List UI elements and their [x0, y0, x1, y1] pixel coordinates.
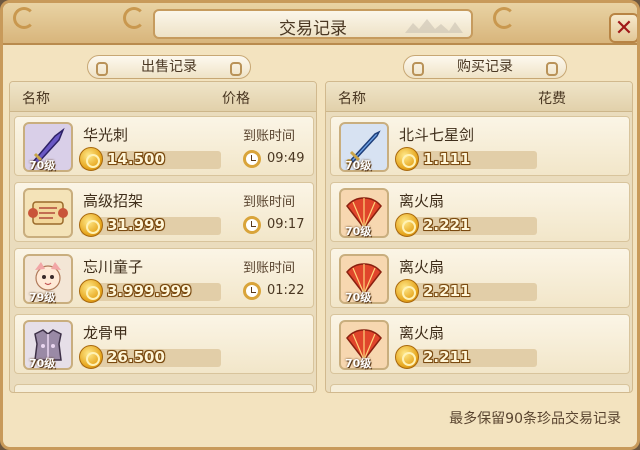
sell-row[interactable]: 高级招架 31.999 到账时间 09:17	[14, 182, 314, 242]
gold-coin-icon	[395, 345, 419, 369]
level-badge: 70级	[345, 291, 372, 304]
arrival-time-label: 到账时间	[243, 129, 296, 144]
level-badge: 70级	[345, 357, 372, 370]
gold-coin-icon	[79, 147, 103, 171]
cloud-ornament-icon	[493, 7, 515, 29]
sell-table-header: 名称 价格	[10, 82, 316, 112]
trade-record-window: 交易记录 ✕ 出售记录 购买记录 名称 价格 70级 华光刺 14.500 到账…	[0, 0, 640, 450]
close-button[interactable]: ✕	[609, 13, 637, 43]
cloud-ornament-icon	[13, 7, 35, 29]
gold-coin-icon	[395, 147, 419, 171]
item-name: 忘川童子	[83, 258, 144, 276]
close-icon[interactable]: ✕	[611, 16, 637, 41]
scroll-icon	[23, 188, 73, 238]
tab-sell-records[interactable]: 出售记录	[87, 55, 251, 79]
item-name: 离火扇	[399, 324, 445, 342]
item-name: 高级招架	[83, 192, 144, 210]
item-cost: 1.111	[423, 150, 471, 168]
item-price: 31.999	[107, 216, 165, 234]
item-price: 14.500	[107, 150, 165, 168]
item-name: 离火扇	[399, 258, 445, 276]
buy-row[interactable]: 70级 北斗七星剑 1.111	[330, 116, 630, 176]
level-badge: 70级	[29, 357, 56, 370]
buy-table-header: 名称 花费	[326, 82, 632, 112]
cloud-ornament-icon	[123, 7, 145, 29]
gold-coin-icon	[395, 213, 419, 237]
item-cost: 2.221	[423, 216, 471, 234]
gold-coin-icon	[395, 279, 419, 303]
arrival-time-label: 到账时间	[243, 261, 296, 276]
clock-icon	[243, 150, 261, 168]
footer-note: 最多保留90条珍品交易记录	[449, 411, 621, 427]
arrival-time-label: 到账时间	[243, 195, 296, 210]
col-name-header: 名称	[338, 91, 366, 107]
item-name: 北斗七星剑	[399, 126, 475, 144]
col-cost-header: 花费	[538, 91, 566, 107]
buy-row[interactable]: 70级 离火扇 2.211	[330, 314, 630, 374]
item-price: 26.500	[107, 348, 165, 366]
level-badge: 70级	[345, 225, 372, 238]
gold-coin-icon	[79, 213, 103, 237]
title-bar: 交易记录 ✕	[3, 3, 637, 45]
level-badge: 79级	[29, 291, 56, 304]
arrival-time: 09:49	[267, 151, 305, 166]
buy-row[interactable]: 70级 离火扇 2.221	[330, 182, 630, 242]
col-name-header: 名称	[22, 91, 50, 107]
sell-row[interactable]: 70级 华光刺 14.500 到账时间 09:49	[14, 116, 314, 176]
buy-records-panel: 名称 花费 70级 北斗七星剑 1.111 70级 离火扇 2.221 70级 …	[325, 81, 633, 393]
list-item-partial	[330, 384, 630, 392]
item-name: 华光刺	[83, 126, 129, 144]
sell-records-panel: 名称 价格 70级 华光刺 14.500 到账时间 09:49 高级招架 31.…	[9, 81, 317, 393]
list-item-partial	[14, 384, 314, 392]
sell-row[interactable]: 79级 忘川童子 3.999.999 到账时间 01:22	[14, 248, 314, 308]
item-price: 3.999.999	[107, 282, 192, 300]
level-badge: 70级	[29, 159, 56, 172]
tab-buy-records[interactable]: 购买记录	[403, 55, 567, 79]
item-cost: 2.211	[423, 348, 471, 366]
title-plate: 交易记录	[153, 9, 473, 39]
level-badge: 70级	[345, 159, 372, 172]
item-name: 龙骨甲	[83, 324, 129, 342]
gold-coin-icon	[79, 345, 103, 369]
sell-row[interactable]: 70级 龙骨甲 26.500	[14, 314, 314, 374]
clock-icon	[243, 216, 261, 234]
clock-icon	[243, 282, 261, 300]
item-name: 离火扇	[399, 192, 445, 210]
col-price-header: 价格	[222, 91, 250, 107]
buy-row[interactable]: 70级 离火扇 2.211	[330, 248, 630, 308]
arrival-time: 09:17	[267, 217, 305, 232]
item-cost: 2.211	[423, 282, 471, 300]
mountain-decoration-icon	[405, 19, 463, 33]
gold-coin-icon	[79, 279, 103, 303]
arrival-time: 01:22	[267, 283, 305, 298]
